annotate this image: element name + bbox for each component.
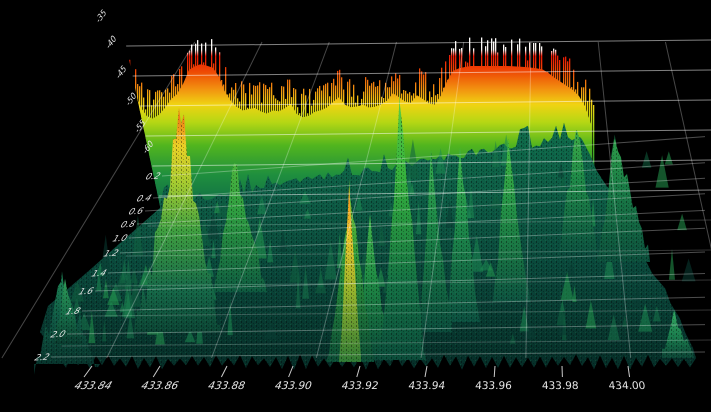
freq-tick-label: 433.84: [73, 379, 114, 392]
freq-tick-label: 433.90: [274, 380, 312, 392]
freq-tick-label: 434.00: [607, 379, 648, 392]
power-tick-label: -40: [104, 34, 118, 51]
time-tick-label: 0.4: [135, 194, 153, 204]
time-tick-label: 0.6: [127, 207, 145, 217]
power-tick-label: -50: [124, 91, 138, 108]
freq-tick-label: 433.94: [408, 380, 445, 392]
time-tick-label: 0.8: [119, 220, 137, 230]
freq-tick-label: 433.88: [207, 380, 246, 392]
freq-tick-label: 433.98: [541, 380, 580, 392]
power-tick-label: -45: [114, 64, 128, 81]
power-tick-label: -35: [94, 8, 108, 25]
freq-tick-label: 433.96: [475, 380, 513, 392]
freq-tick-label: 433.86: [140, 379, 180, 392]
spectrogram-3d-canvas[interactable]: 433.84 433.86 433.88 433.90 433.92 433.94 433.…: [0, 0, 711, 412]
freq-tick-label: 433.92: [342, 380, 379, 392]
spectrum-3d-panel[interactable]: 433.84 433.86 433.88 433.90 433.92 433.94 433.…: [0, 0, 711, 412]
